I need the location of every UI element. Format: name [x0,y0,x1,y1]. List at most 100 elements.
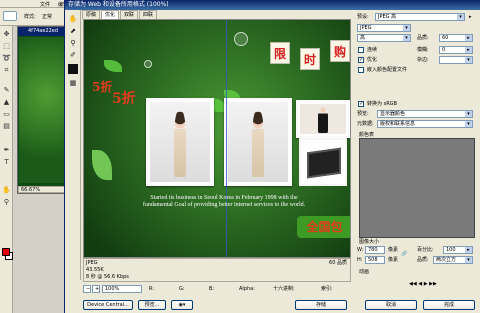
blur-label: 模糊: [417,47,429,53]
product-tv-photo [299,138,347,186]
tool-preset-button[interactable] [3,11,17,21]
sign-char: 购 [330,40,350,62]
optimization-info: JPEG 43.55K 8 秒 @ 56.6 Kbps 60 品质 [83,258,351,282]
preview-canvas[interactable]: 5折 5折 限 时 购 Started its business in Seou… [83,19,351,258]
zoom-tool-icon[interactable]: ⚲ [2,198,11,207]
lasso-tool-icon[interactable]: ➰ [2,54,11,63]
height-label: H: [357,257,363,263]
zoom-minus-button[interactable]: − [83,285,91,293]
tab-original[interactable]: 原稿 [82,10,101,19]
browser-select-button[interactable]: ◉▾ [171,300,193,310]
hand-tool-icon[interactable]: ✋ [2,186,11,195]
quality-input[interactable]: 60 ▸ [439,34,473,42]
eraser-tool-icon[interactable]: ▭ [2,110,11,119]
preview-button[interactable]: 预览... [138,300,166,310]
preset-label: 预设: [357,14,369,20]
embed-profile-checkbox[interactable] [358,67,364,73]
percent-value: 100 [446,247,456,253]
chevron-down-icon: ▸ [465,35,472,41]
panel-menu-icon[interactable]: ▸ [469,13,472,21]
matte-label: 杂边: [417,57,429,63]
compression-value: 高 [360,35,366,41]
slice-visibility-icon[interactable]: ▦ [68,78,78,88]
compression-select[interactable]: 高 ▾ [357,34,411,42]
height-value: 508 [368,257,378,263]
style-value[interactable]: 正常 [42,13,52,21]
crop-tool-icon[interactable]: ⌗ [2,66,11,75]
width-value: 780 [368,247,378,253]
chevron-down-icon: ▾ [403,35,410,41]
settings-panel: 预设: JPEG 高 ▾ ▸ JPEG ▾ 高 ▾ 品质: 60 ▸ 连续 模糊: 0 ▸… [355,10,480,290]
resample-quality-value: 两次立方 [436,257,457,263]
optimized-checkbox[interactable]: ✓ [358,57,364,63]
save-for-web-dialog: 存储为 Web 和设备所用格式 (100%) ✋ ⬈ ⚲ ✐ ▦ 原稿 优化 双联四… [64,0,480,313]
pen-tool-icon[interactable]: ✒ [2,146,11,155]
matte-select[interactable]: ▾ [439,56,473,64]
eyedropper-tool-icon[interactable]: ✐ [68,50,78,60]
tab-optimized[interactable]: 优化 [101,10,120,19]
style-label: 样式: [24,14,36,20]
gradient-tool-icon[interactable]: ▤ [2,122,11,131]
ps-toolbox: ✥ ⬚ ➰ ⌗ ✎ ▲ ▭ ▤ ✒ T ✋ ⚲ [0,26,13,313]
animation-label[interactable]: 动画 [359,268,369,276]
animation-nav-icons[interactable]: ◀◀ ◀ ▶ ▶▶ [409,280,437,288]
eyedropper-color-swatch[interactable] [68,64,78,74]
foreground-color-swatch[interactable] [2,248,10,256]
metadata-label: 元数据: [357,121,374,127]
blur-input[interactable]: 0 ▸ [439,46,473,54]
srgb-checkbox[interactable]: ✓ [358,101,364,107]
image-size-label[interactable]: 图像大小 [359,238,379,246]
chevron-down-icon: ▾ [403,25,410,31]
device-central-button[interactable]: Device Central... [83,300,133,310]
progressive-label: 连续 [367,47,378,53]
zoom-plus-button[interactable]: + [92,285,100,293]
zoom-select[interactable]: 100% [102,285,142,293]
move-tool-icon[interactable]: ✥ [2,30,11,39]
menu-file[interactable]: 文件 [40,1,50,8]
tab-2-up[interactable]: 双联 [120,10,139,19]
slice-guide-line [226,20,227,257]
width-input[interactable]: 780 [365,246,385,254]
color-table [359,138,475,238]
bubble-decoration [144,60,152,68]
view-tabs: 原稿 优化 双联 四联 [82,10,352,19]
done-button[interactable]: 完成 [423,300,475,310]
blue-readout-label: B: [209,286,215,292]
chevron-down-icon: ▾ [465,257,472,263]
tab-4-up[interactable]: 四联 [139,10,158,19]
resample-quality-label: 品质: [417,257,429,263]
percent-input[interactable]: 100 ▸ [443,246,473,254]
width-unit: 像素 [388,247,399,253]
brush-tool-icon[interactable]: ✎ [2,86,11,95]
zoom-tool-icon[interactable]: ⚲ [68,38,78,48]
status-bar: − + 100% R: G: B: Alpha: 十六进制: 索引: [83,284,353,294]
preset-select[interactable]: JPEG 高 ▾ [375,13,465,21]
cancel-button[interactable]: 取消 [365,300,417,310]
link-chain-icon[interactable]: 🔗 [401,250,407,258]
format-select[interactable]: JPEG ▾ [357,24,411,32]
index-readout-label: 索引: [321,286,333,292]
quality-label: 品质: [417,35,429,41]
height-input[interactable]: 508 [365,256,385,264]
hand-tool-icon[interactable]: ✋ [68,14,78,24]
model-photo [224,98,292,186]
slice-select-tool-icon[interactable]: ⬈ [68,26,78,36]
marquee-tool-icon[interactable]: ⬚ [2,42,11,51]
preview-select[interactable]: 显示器颜色 ▾ [377,110,473,118]
srgb-label: 转换为 sRGB [367,101,397,107]
model-photo [146,98,214,186]
metadata-select[interactable]: 版权和联系信息 ▾ [377,120,473,128]
resample-quality-select[interactable]: 两次立方 ▾ [433,256,473,264]
green-readout-label: G: [179,286,185,292]
width-label: W: [357,247,364,253]
text-tool-icon[interactable]: T [2,158,11,167]
stamp-tool-icon[interactable]: ▲ [2,98,11,107]
info-time: 8 秒 @ 56.6 Kbps [86,274,129,280]
embed-profile-label: 嵌入颜色配置文件 [367,67,408,73]
progressive-checkbox[interactable] [358,47,364,53]
chevron-down-icon: ▾ [465,121,472,127]
chevron-right-icon: ▸ [465,47,472,53]
save-button[interactable]: 存储 [295,300,347,310]
browser-icon: ◉▾ [178,302,186,308]
color-table-tab[interactable]: 颜色表 [359,131,374,138]
